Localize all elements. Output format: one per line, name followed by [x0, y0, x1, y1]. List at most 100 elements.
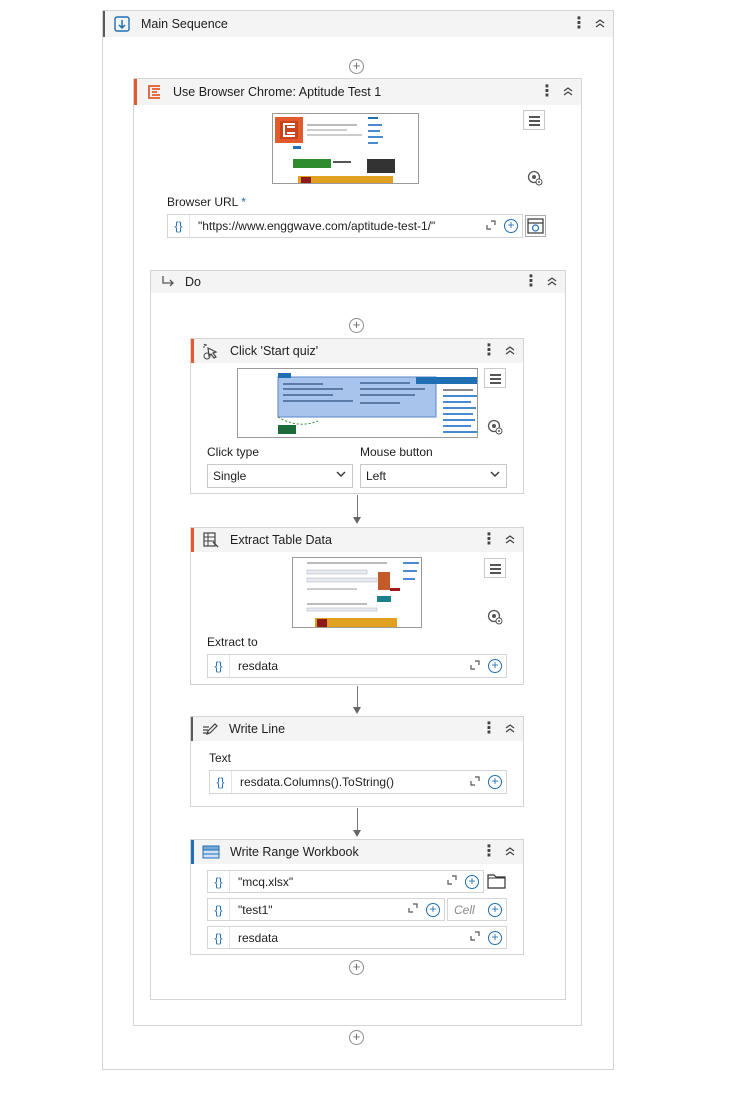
add-variable-icon[interactable]: + — [488, 659, 502, 673]
write-line-header[interactable]: Write Line ⋮ — [191, 717, 523, 741]
workbook-path-value[interactable]: "mcq.xlsx" — [230, 875, 445, 889]
add-variable-icon[interactable]: + — [426, 902, 440, 917]
sheet-name-value[interactable]: "test1" — [230, 903, 406, 917]
extract-table-title: Extract Table Data — [230, 533, 332, 547]
main-sequence-title: Main Sequence — [141, 17, 228, 31]
collapse-icon[interactable] — [503, 534, 517, 546]
collapse-icon[interactable] — [545, 276, 559, 288]
expression-icon: {} — [208, 927, 230, 948]
click-type-select[interactable]: Single — [207, 464, 353, 488]
more-options-icon[interactable]: ⋮ — [571, 16, 587, 32]
browser-picker-button[interactable] — [525, 215, 546, 237]
hamburger-menu-button[interactable] — [484, 558, 506, 578]
add-variable-icon[interactable]: + — [488, 930, 502, 945]
extract-to-label: Extract to — [207, 635, 258, 649]
click-activity-title: Click 'Start quiz' — [230, 344, 319, 358]
chevron-down-icon — [490, 469, 500, 482]
starting-cell-field[interactable]: Cell + — [447, 898, 507, 921]
expression-icon: {} — [208, 871, 230, 892]
expand-editor-icon[interactable] — [468, 775, 482, 789]
text-field[interactable]: {} resdata.Columns().ToString() + — [209, 770, 507, 794]
mouse-button-label: Mouse button — [360, 445, 433, 459]
add-variable-icon[interactable]: + — [488, 902, 502, 917]
browser-url-field[interactable]: {} "https://www.enggwave.com/aptitude-te… — [167, 214, 523, 238]
hamburger-menu-button[interactable] — [523, 110, 545, 130]
write-line-icon — [201, 720, 219, 738]
flow-connector — [357, 686, 358, 708]
flow-arrow — [353, 830, 361, 837]
target-indicate-icon[interactable] — [487, 419, 503, 435]
add-variable-icon[interactable]: + — [488, 775, 502, 789]
expression-icon: {} — [208, 899, 230, 920]
more-options-icon[interactable]: ⋮ — [481, 721, 497, 737]
extract-target-thumbnail[interactable] — [292, 557, 422, 628]
workbook-path-field[interactable]: {} "mcq.xlsx" + — [207, 870, 484, 893]
expand-editor-icon[interactable] — [468, 931, 482, 944]
extract-to-value[interactable]: resdata — [230, 659, 468, 673]
use-browser-title: Use Browser Chrome: Aptitude Test 1 — [173, 85, 382, 99]
target-indicate-icon[interactable] — [527, 170, 543, 186]
do-arrow-icon — [159, 273, 177, 291]
more-options-icon[interactable]: ⋮ — [539, 84, 555, 100]
add-variable-icon[interactable]: + — [504, 219, 518, 233]
do-title: Do — [185, 275, 201, 289]
mouse-button-value: Left — [366, 469, 387, 483]
collapse-icon[interactable] — [503, 345, 517, 357]
write-range-title: Write Range Workbook — [230, 845, 359, 859]
data-table-value[interactable]: resdata — [230, 931, 468, 945]
data-table-field[interactable]: {} resdata + — [207, 926, 507, 949]
extract-table-header[interactable]: Extract Table Data ⋮ — [191, 528, 523, 552]
chevron-down-icon — [336, 469, 346, 482]
flow-connector — [357, 808, 358, 831]
collapse-icon[interactable] — [561, 86, 575, 98]
add-activity-button[interactable]: + — [349, 318, 364, 333]
click-type-label: Click type — [207, 445, 260, 459]
expand-editor-icon[interactable] — [468, 659, 482, 673]
add-variable-icon[interactable]: + — [465, 874, 479, 889]
flow-arrow — [353, 517, 361, 524]
add-activity-button[interactable]: + — [349, 59, 364, 74]
mouse-button-select[interactable]: Left — [360, 464, 507, 488]
collapse-icon[interactable] — [503, 723, 517, 735]
text-value[interactable]: resdata.Columns().ToString() — [232, 775, 468, 789]
click-activity-header[interactable]: Click 'Start quiz' ⋮ — [191, 339, 523, 363]
click-type-value: Single — [213, 469, 247, 483]
do-header[interactable]: Do ⋮ — [151, 271, 565, 293]
main-sequence-header[interactable]: Main Sequence ⋮ — [103, 11, 613, 37]
browser-activity-icon — [145, 83, 163, 101]
extract-table-icon — [202, 531, 220, 549]
write-line-title: Write Line — [229, 722, 286, 736]
more-options-icon[interactable]: ⋮ — [481, 532, 497, 548]
expand-editor-icon[interactable] — [484, 219, 498, 233]
expression-icon: {} — [168, 215, 190, 237]
expand-editor-icon[interactable] — [406, 903, 420, 916]
more-options-icon[interactable]: ⋮ — [481, 343, 497, 359]
hamburger-menu-button[interactable] — [484, 368, 506, 388]
add-activity-button[interactable]: + — [349, 1030, 364, 1045]
use-browser-header[interactable]: Use Browser Chrome: Aptitude Test 1 ⋮ — [134, 79, 581, 105]
text-label: Text — [209, 751, 232, 765]
expression-icon: {} — [208, 655, 230, 677]
browser-url-value[interactable]: "https://www.enggwave.com/aptitude-test-… — [190, 219, 484, 233]
flow-connector — [357, 495, 358, 518]
excel-range-icon — [202, 843, 220, 861]
sequence-icon — [113, 15, 131, 33]
expand-editor-icon[interactable] — [445, 875, 459, 888]
more-options-icon[interactable]: ⋮ — [481, 844, 497, 860]
browse-folder-button[interactable] — [486, 870, 507, 892]
required-marker: * — [241, 195, 246, 209]
add-activity-button[interactable]: + — [349, 960, 364, 975]
click-target-thumbnail[interactable] — [237, 368, 478, 438]
sheet-name-field[interactable]: {} "test1" + — [207, 898, 445, 921]
expression-icon: {} — [210, 771, 232, 793]
starting-cell-placeholder[interactable]: Cell — [448, 903, 488, 917]
target-indicate-icon[interactable] — [487, 609, 503, 625]
collapse-icon[interactable] — [503, 846, 517, 858]
write-range-header[interactable]: Write Range Workbook ⋮ — [191, 840, 523, 864]
click-icon — [202, 342, 220, 360]
extract-to-field[interactable]: {} resdata + — [207, 654, 507, 678]
browser-screenshot-thumbnail[interactable] — [272, 113, 419, 184]
collapse-icon[interactable] — [593, 18, 607, 30]
more-options-icon[interactable]: ⋮ — [523, 274, 539, 290]
browser-url-label: Browser URL * — [167, 195, 246, 209]
